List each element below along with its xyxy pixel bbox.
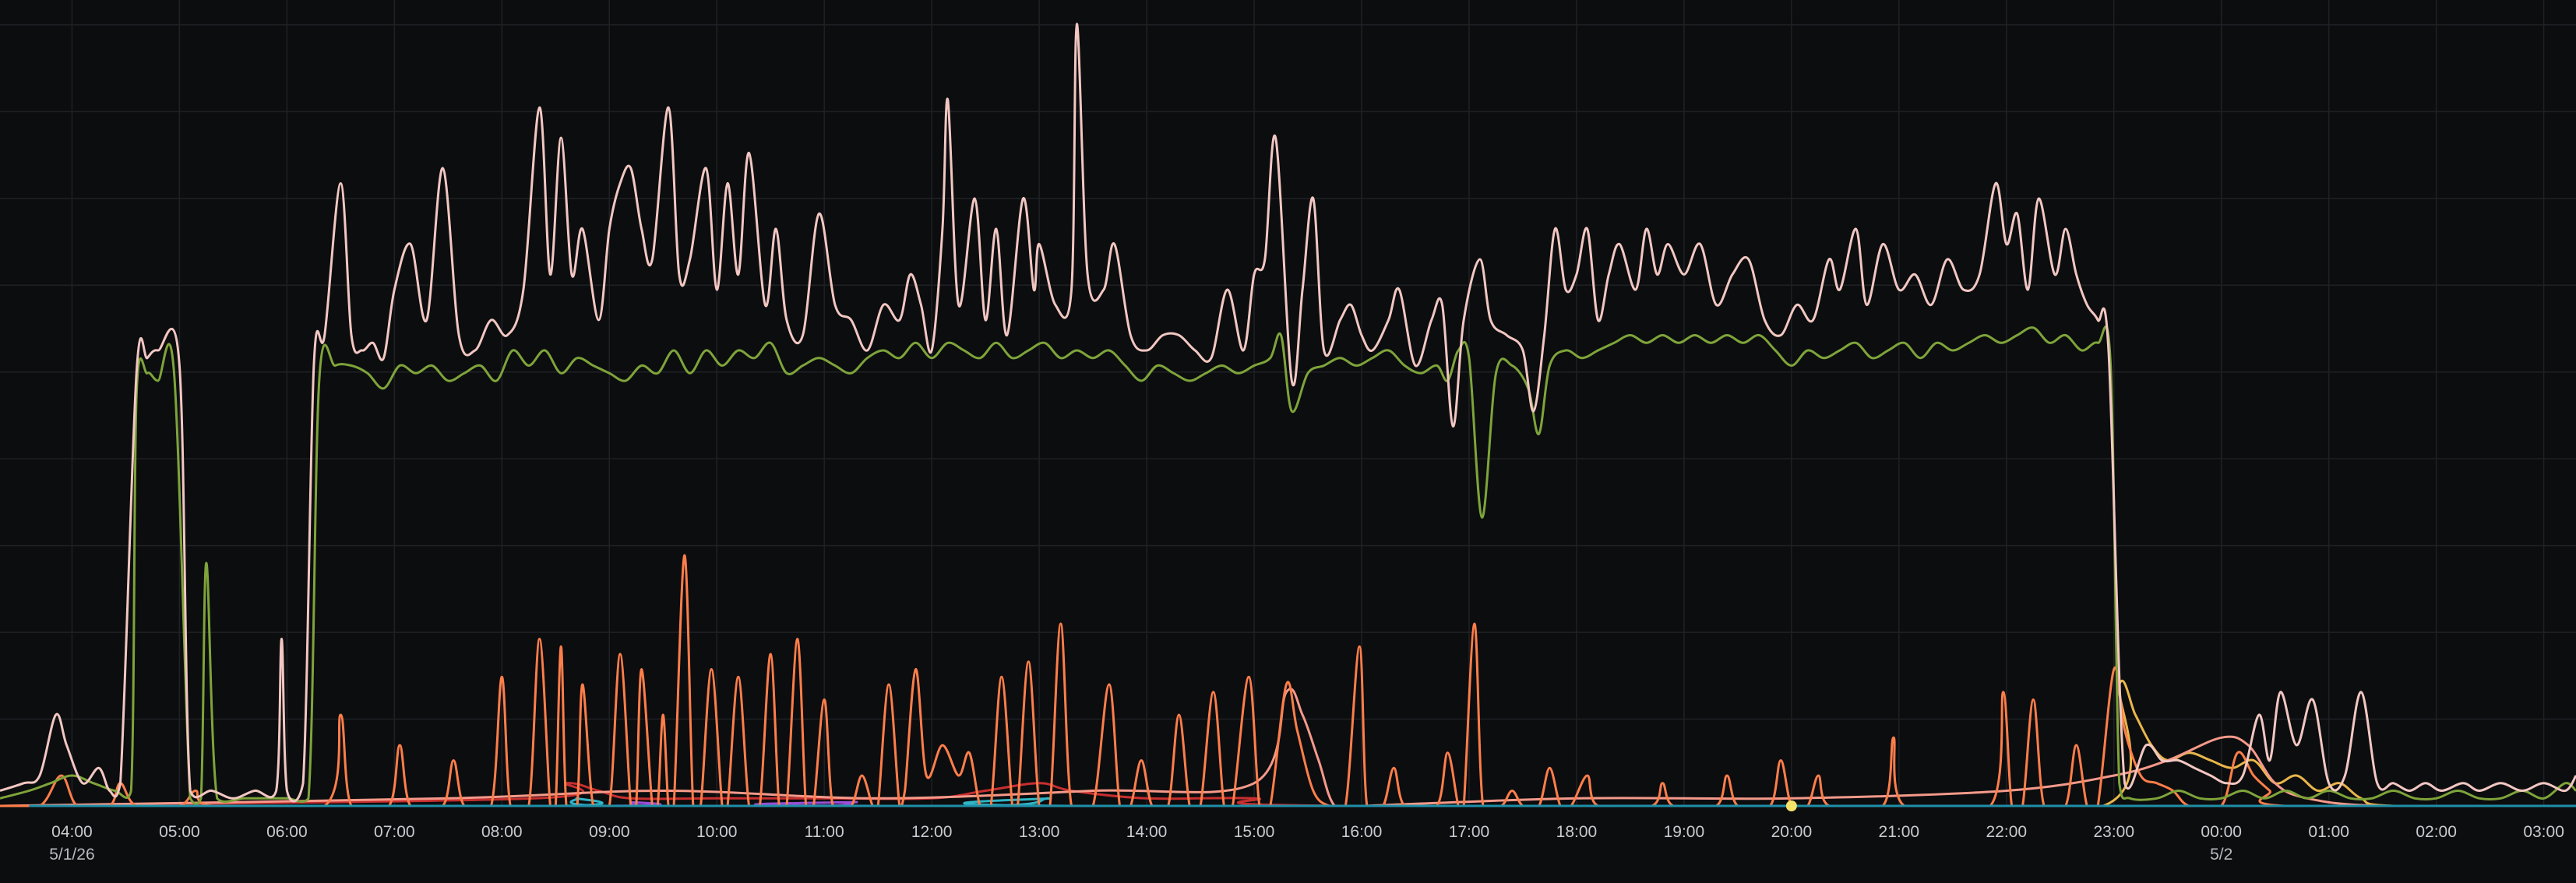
- x-tick-label: 22:00: [1986, 823, 2028, 841]
- x-tick-label: 00:00: [2201, 823, 2242, 841]
- x-tick-label: 02:00: [2416, 823, 2457, 841]
- x-tick-label: 10:00: [696, 823, 738, 841]
- x-tick-label: 07:00: [374, 823, 415, 841]
- x-tick-date-label: 5/2: [2210, 846, 2232, 864]
- x-tick-label: 17:00: [1449, 823, 1490, 841]
- x-tick-label: 19:00: [1664, 823, 1705, 841]
- x-tick-label: 16:00: [1341, 823, 1383, 841]
- x-tick-label: 23:00: [2093, 823, 2134, 841]
- x-tick-label: 06:00: [266, 823, 308, 841]
- x-tick-date-label: 5/1/26: [49, 846, 94, 864]
- x-tick-label: 08:00: [481, 823, 523, 841]
- x-tick-label: 14:00: [1126, 823, 1168, 841]
- x-tick-label: 03:00: [2523, 823, 2564, 841]
- x-tick-label: 05:00: [159, 823, 200, 841]
- hover-marker-point[interactable]: [1785, 800, 1797, 811]
- x-tick-label: 21:00: [1879, 823, 1920, 841]
- timeseries-chart: 04:00 5/1/26 05:00 06:00 07:00 08:00 09:00 10:0…: [0, 0, 2576, 883]
- x-tick-label: 15:00: [1234, 823, 1275, 841]
- x-tick-label: 01:00: [2308, 823, 2349, 841]
- marker-layer: [1785, 800, 1797, 811]
- x-tick-label: 04:00: [51, 823, 93, 841]
- x-tick-label: 13:00: [1019, 823, 1060, 841]
- x-tick-label: 12:00: [911, 823, 953, 841]
- x-tick-label: 11:00: [805, 823, 844, 841]
- x-tick-label: 18:00: [1556, 823, 1598, 841]
- x-tick-label: 09:00: [589, 823, 630, 841]
- x-tick-label: 20:00: [1771, 823, 1813, 841]
